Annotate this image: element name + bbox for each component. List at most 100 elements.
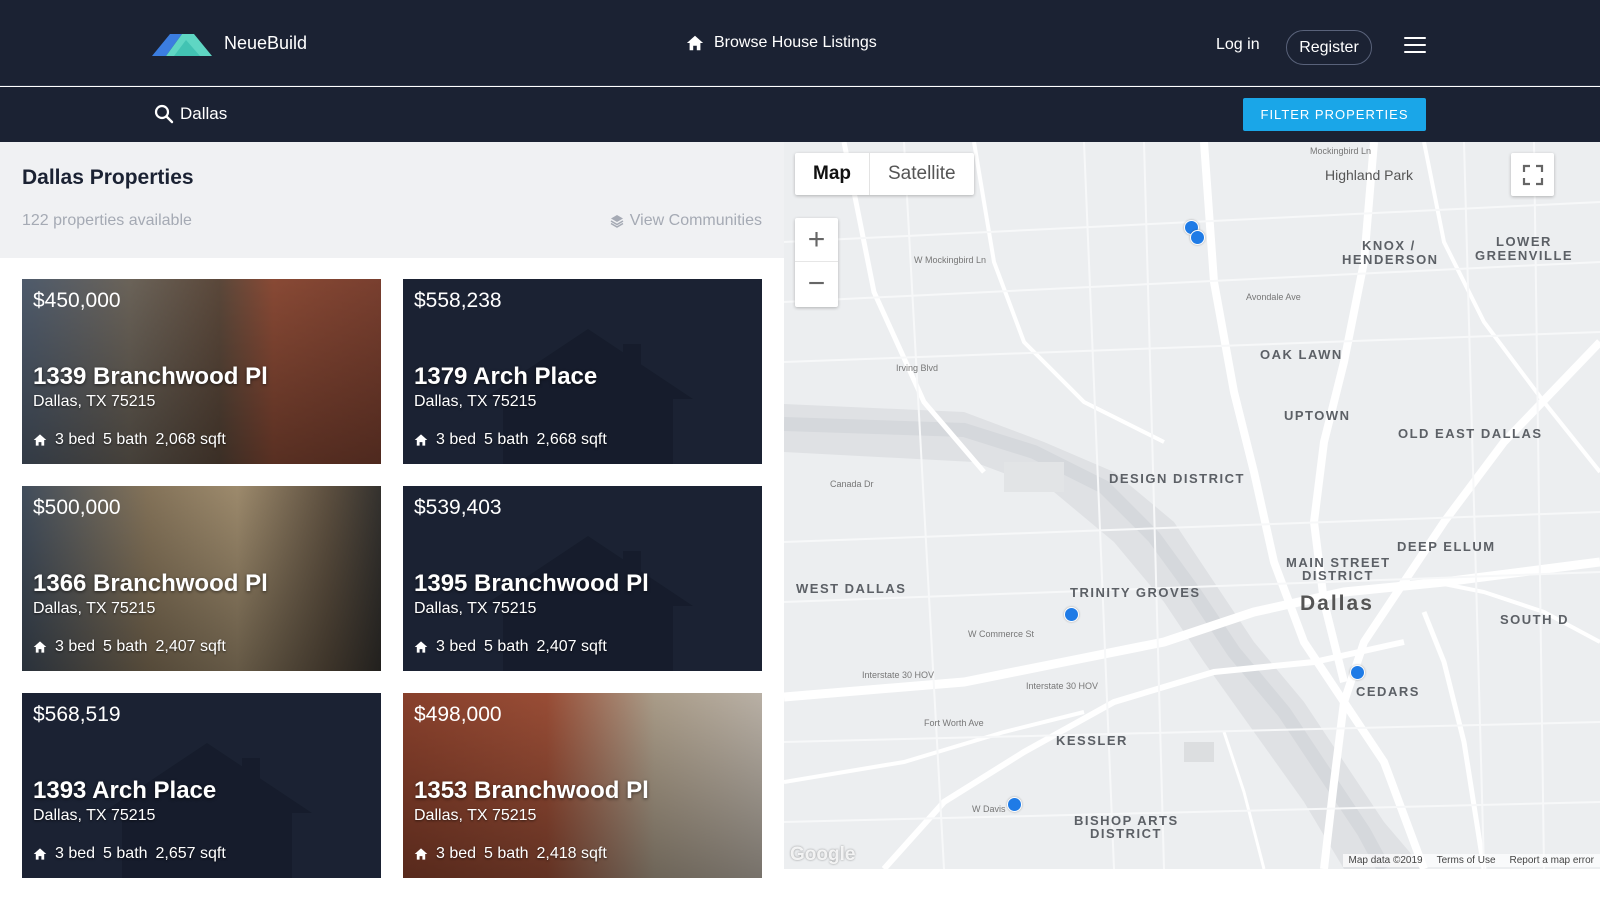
map-label-old-east-dallas: OLD EAST DALLAS <box>1398 426 1543 441</box>
browse-listings-link[interactable]: Browse House Listings <box>686 34 877 52</box>
map[interactable]: Map Satellite + − Highland Park KNOX / H… <box>784 142 1600 869</box>
map-type-satellite-button[interactable]: Satellite <box>869 153 974 195</box>
home-icon <box>414 848 428 860</box>
property-address: 1393 Arch Place <box>33 777 217 804</box>
brand-name: NeueBuild <box>224 32 308 53</box>
map-pin[interactable] <box>1190 230 1205 245</box>
property-address: 1339 Branchwood Pl <box>33 363 268 390</box>
map-label-dallas: Dallas <box>1300 592 1374 615</box>
map-label-highland-park: Highland Park <box>1325 167 1413 183</box>
property-sqft: 2,668 sqft <box>536 431 607 448</box>
property-price: $450,000 <box>33 289 121 312</box>
property-baths: 5 bath <box>103 845 148 862</box>
property-address: 1379 Arch Place <box>414 363 598 390</box>
search-icon <box>154 104 174 124</box>
property-specs: 3 bed 5 bath 2,668 sqft <box>414 431 607 449</box>
zoom-in-button[interactable]: + <box>795 218 838 262</box>
property-price: $498,000 <box>414 703 502 726</box>
property-beds: 3 bed <box>436 845 477 862</box>
map-street-i30-hov-2: Interstate 30 HOV <box>1026 681 1099 691</box>
map-label-uptown: UPTOWN <box>1284 408 1351 423</box>
map-label-lower: LOWER <box>1496 234 1552 249</box>
home-icon <box>414 641 428 653</box>
property-baths: 5 bath <box>103 638 148 655</box>
login-link[interactable]: Log in <box>1216 36 1260 54</box>
property-beds: 3 bed <box>436 638 477 655</box>
map-pin[interactable] <box>1007 797 1022 812</box>
property-specs: 3 bed 5 bath 2,068 sqft <box>33 431 226 449</box>
search-bar: Dallas FILTER PROPERTIES <box>0 87 1600 142</box>
property-specs: 3 bed 5 bath 2,657 sqft <box>33 845 226 863</box>
map-type-control: Map Satellite <box>795 153 974 195</box>
map-label-greenville: GREENVILLE <box>1475 248 1574 263</box>
view-communities-link[interactable]: View Communities <box>610 212 762 230</box>
property-card[interactable]: $450,000 1339 Branchwood Pl Dallas, TX 752… <box>22 279 381 464</box>
map-label-south-dallas: SOUTH D <box>1500 612 1569 627</box>
map-pin[interactable] <box>1350 665 1365 680</box>
map-street-w-davis: W Davis <box>972 804 1006 814</box>
property-city: Dallas, TX 75215 <box>33 600 156 617</box>
property-card[interactable]: $568,519 1393 Arch Place Dallas, TX 75215 3… <box>22 693 381 878</box>
map-street-i30-hov: Interstate 30 HOV <box>862 670 935 680</box>
map-data-text: Map data ©2019 <box>1348 855 1423 866</box>
terms-of-use-link[interactable]: Terms of Use <box>1437 855 1496 866</box>
property-city: Dallas, TX 75215 <box>414 600 537 617</box>
listings-header: Dallas Properties 122 properties availab… <box>0 142 784 258</box>
view-communities-label: View Communities <box>629 212 762 229</box>
browse-listings-label: Browse House Listings <box>714 34 877 51</box>
fullscreen-button[interactable] <box>1511 153 1554 196</box>
property-card[interactable]: $539,403 1395 Branchwood Pl Dallas, TX 752… <box>403 486 762 671</box>
property-city: Dallas, TX 75215 <box>414 807 537 824</box>
property-sqft: 2,407 sqft <box>536 638 607 655</box>
property-beds: 3 bed <box>436 431 477 448</box>
property-city: Dallas, TX 75215 <box>33 393 156 410</box>
property-price: $558,238 <box>414 289 502 312</box>
home-icon <box>33 641 47 653</box>
property-address: 1353 Branchwood Pl <box>414 777 649 804</box>
map-label-trinity-groves: TRINITY GROVES <box>1070 585 1201 600</box>
property-address: 1395 Branchwood Pl <box>414 570 649 597</box>
home-icon <box>414 434 428 446</box>
property-card[interactable]: $498,000 1353 Branchwood Pl Dallas, TX 752… <box>403 693 762 878</box>
property-baths: 5 bath <box>484 638 529 655</box>
property-beds: 3 bed <box>55 845 96 862</box>
properties-count: 122 properties available <box>22 212 192 229</box>
home-icon <box>686 35 704 51</box>
zoom-out-button[interactable]: − <box>795 262 838 306</box>
map-label-kessler: KESSLER <box>1056 733 1128 748</box>
home-icon <box>33 434 47 446</box>
layers-icon <box>610 215 624 228</box>
property-card[interactable]: $558,238 1379 Arch Place Dallas, TX 75215 3… <box>403 279 762 464</box>
map-label-bishop-arts-district: DISTRICT <box>1090 826 1162 841</box>
property-specs: 3 bed 5 bath 2,407 sqft <box>33 638 226 656</box>
property-city: Dallas, TX 75215 <box>33 807 156 824</box>
filter-properties-button[interactable]: FILTER PROPERTIES <box>1243 98 1426 131</box>
fullscreen-icon <box>1522 164 1543 185</box>
map-street-irving-blvd: Irving Blvd <box>896 363 939 373</box>
map-label-henderson: HENDERSON <box>1342 252 1439 267</box>
property-card[interactable]: $500,000 1366 Branchwood Pl Dallas, TX 752… <box>22 486 381 671</box>
zoom-control: + − <box>795 218 838 307</box>
search-input[interactable]: Dallas <box>180 104 227 124</box>
register-button[interactable]: Register <box>1286 30 1372 65</box>
report-map-error-link[interactable]: Report a map error <box>1510 855 1594 866</box>
listings-panel: Dallas Properties 122 properties availab… <box>0 142 784 917</box>
property-baths: 5 bath <box>484 431 529 448</box>
brand[interactable]: NeueBuild <box>152 28 307 58</box>
page-title: Dallas Properties <box>22 166 194 189</box>
property-price: $500,000 <box>33 496 121 519</box>
hamburger-menu-icon[interactable] <box>1404 37 1426 55</box>
google-logo: Google <box>790 844 856 865</box>
map-pin[interactable] <box>1064 607 1079 622</box>
property-city: Dallas, TX 75215 <box>414 393 537 410</box>
map-street-fort-worth-ave: Fort Worth Ave <box>924 718 984 728</box>
map-label-main-street-district: DISTRICT <box>1302 568 1374 583</box>
property-sqft: 2,418 sqft <box>536 845 607 862</box>
map-label-deep-ellum: DEEP ELLUM <box>1397 539 1496 554</box>
property-price: $568,519 <box>33 703 121 726</box>
map-street-w-mockingbird: W Mockingbird Ln <box>914 255 987 265</box>
map-type-map-button[interactable]: Map <box>795 153 869 195</box>
property-specs: 3 bed 5 bath 2,407 sqft <box>414 638 607 656</box>
map-attribution: Map data ©2019 Terms of Use Report a map… <box>1342 854 1600 867</box>
property-sqft: 2,657 sqft <box>155 845 226 862</box>
